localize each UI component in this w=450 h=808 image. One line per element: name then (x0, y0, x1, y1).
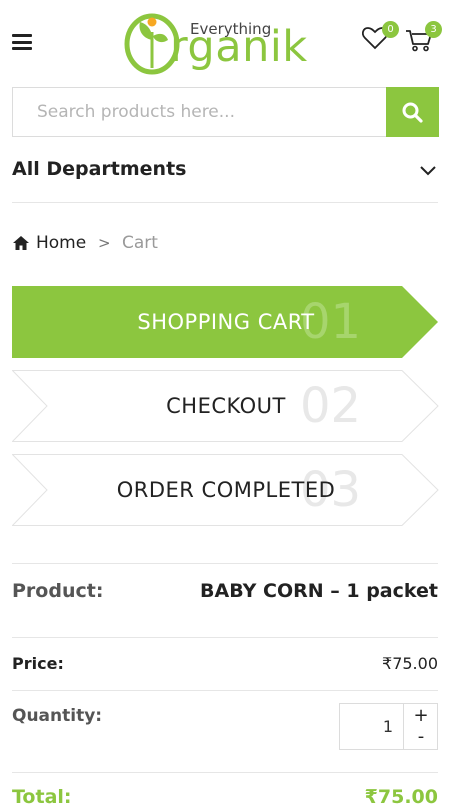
breadcrumb-current: Cart (122, 233, 158, 253)
logo[interactable]: Everything rganik (122, 8, 332, 78)
divider (12, 772, 438, 773)
quantity-decrease-button[interactable]: - (405, 727, 437, 749)
breadcrumb-home-link[interactable]: Home (36, 233, 86, 253)
step-label: ORDER COMPLETED (116, 478, 336, 502)
search-input[interactable] (12, 87, 386, 137)
divider (12, 202, 438, 203)
divider (12, 637, 438, 638)
quantity-increase-button[interactable]: + (405, 704, 437, 727)
price-label: Price: (12, 654, 64, 673)
logo-bottom-text: rganik (170, 22, 308, 72)
total-value: ₹75.00 (364, 786, 438, 808)
step-label: CHECKOUT (166, 394, 286, 418)
price-value: ₹75.00 (382, 654, 438, 673)
step-checkout[interactable]: 02 CHECKOUT (12, 370, 440, 442)
divider (12, 690, 438, 691)
all-departments-dropdown[interactable]: All Departments (12, 158, 186, 180)
hamburger-menu-icon[interactable] (12, 34, 32, 50)
step-label: SHOPPING CART (137, 310, 315, 334)
quantity-input[interactable] (340, 704, 404, 749)
step-shopping-cart[interactable]: 01 SHOPPING CART (12, 286, 440, 358)
wishlist-count-badge: 0 (382, 21, 399, 38)
cart-count-badge: 3 (425, 21, 442, 38)
product-label: Product: (12, 580, 104, 602)
divider (12, 563, 438, 564)
chevron-down-icon[interactable] (420, 164, 436, 176)
search-icon (402, 102, 423, 123)
home-icon (13, 236, 29, 250)
search-button[interactable] (386, 87, 439, 137)
total-label: Total: (12, 786, 72, 808)
quantity-stepper: + - (339, 703, 438, 750)
product-name-link[interactable]: BABY CORN – 1 packet (200, 580, 438, 602)
step-order-completed[interactable]: 03 ORDER COMPLETED (12, 454, 440, 526)
breadcrumb-separator: > (98, 234, 111, 252)
quantity-label: Quantity: (12, 706, 103, 726)
